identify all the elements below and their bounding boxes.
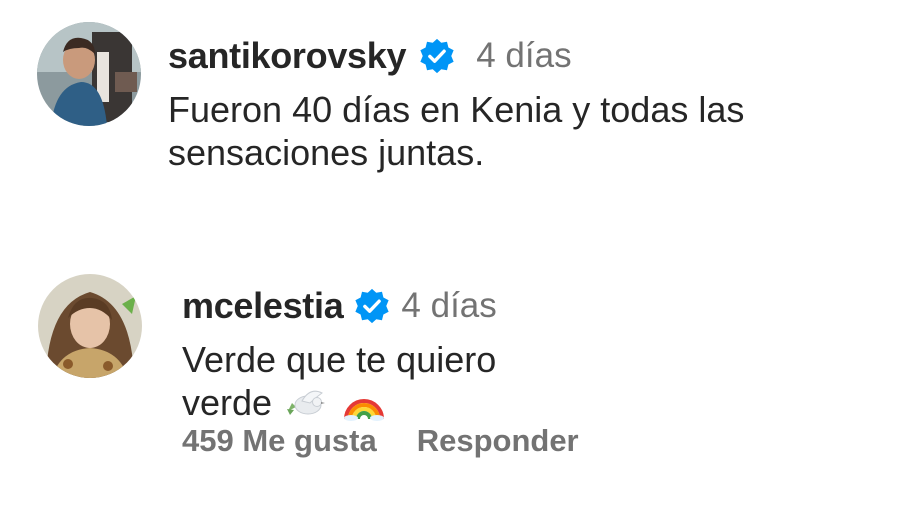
verified-badge-icon (420, 38, 454, 74)
comment-body: santikorovsky 4 días Fueron 40 días en K… (168, 32, 888, 174)
comment-timestamp[interactable]: 4 días (476, 36, 571, 76)
comment-text-content: Verde que te quiero verde (182, 339, 497, 423)
avatar-photo (38, 274, 142, 378)
reply-button[interactable]: Responder (417, 423, 579, 459)
comment-text: Fueron 40 días en Kenia y todas las sens… (168, 89, 745, 173)
comment-header: mcelestia 4 días (182, 282, 497, 330)
avatar[interactable] (38, 274, 142, 378)
username[interactable]: santikorovsky (168, 35, 407, 77)
dove-emoji-icon (287, 390, 326, 415)
comment-body: mcelestia 4 días Verde que te quiero ver… (182, 282, 497, 424)
comment-header: santikorovsky 4 días (168, 32, 888, 80)
comment-text: Verde que te quiero verde (182, 338, 497, 424)
verified-badge-icon (355, 288, 390, 324)
avatar[interactable] (37, 22, 141, 126)
comment-actions: 459 Me gusta Responder (182, 423, 579, 459)
username[interactable]: mcelestia (182, 285, 344, 327)
avatar-photo (37, 22, 141, 126)
rainbow-emoji-icon (344, 399, 385, 421)
comment-timestamp[interactable]: 4 días (401, 286, 496, 326)
likes-count[interactable]: 459 Me gusta (182, 423, 377, 459)
